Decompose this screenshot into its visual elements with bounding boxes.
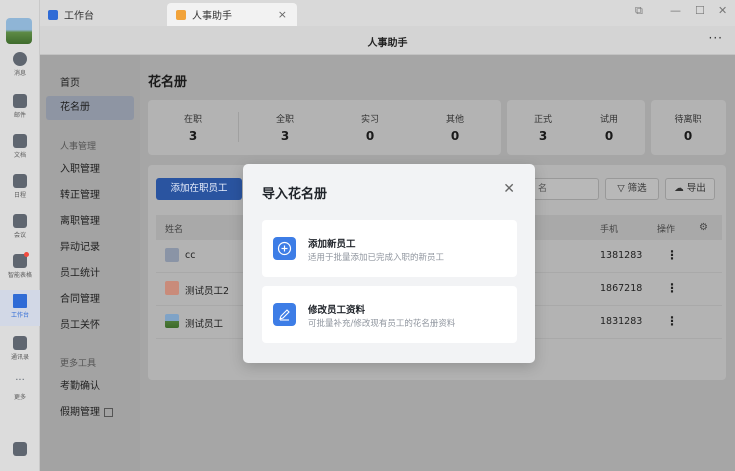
rail-item-calendar[interactable]: 日程: [0, 174, 40, 199]
more-options-icon[interactable]: ···: [709, 31, 723, 45]
tab-workbench[interactable]: 工作台: [48, 3, 94, 26]
tab-bar: 工作台 人事助手 × ⧉ — ☐ ✕: [40, 0, 735, 26]
rail-item-workbench[interactable]: 工作台: [0, 290, 40, 326]
rail-item-mail[interactable]: 邮件: [0, 94, 40, 119]
rail-item-smart-sheet[interactable]: 智能表格: [0, 252, 40, 279]
close-tab-icon[interactable]: ×: [278, 8, 287, 21]
rail-item-messages[interactable]: 消息: [0, 52, 40, 77]
stat-other[interactable]: 其他 0: [425, 112, 485, 143]
option-add-new-employee[interactable]: 添加新员工 适用于批量添加已完成入职的新员工: [262, 220, 517, 277]
import-roster-dialog: 导入花名册 ✕ 添加新员工 适用于批量添加已完成入职的新员工 修改员工资料 可批…: [243, 164, 535, 363]
nav-offboarding[interactable]: 离职管理: [46, 210, 134, 234]
stats-employment: 在职 3 全职 3 实习 0 其他 0: [148, 100, 501, 155]
external-link-icon: [104, 407, 113, 417]
rail-item-apps[interactable]: [0, 442, 40, 456]
avatar: [165, 314, 179, 328]
close-window-icon[interactable]: ✕: [718, 4, 727, 17]
row-actions-icon[interactable]: ⋮: [666, 248, 678, 262]
user-avatar[interactable]: [6, 18, 32, 44]
nav-home[interactable]: 首页: [46, 72, 134, 96]
nav-roster[interactable]: 花名册: [46, 96, 134, 120]
nav-attendance[interactable]: 考勤确认: [46, 375, 134, 399]
filter-button[interactable]: ▽ 筛选: [605, 178, 659, 200]
mail-icon: [13, 94, 27, 108]
stat-probation[interactable]: 试用 0: [579, 112, 639, 143]
stat-active[interactable]: 在职 3: [163, 112, 223, 143]
stat-fulltime[interactable]: 全职 3: [255, 112, 315, 143]
app-titlebar: 人事助手 ···: [40, 26, 735, 55]
option-edit-employee-data[interactable]: 修改员工资料 可批量补充/修改现有员工的花名册资料: [262, 286, 517, 343]
page-title: 花名册: [148, 75, 188, 90]
filter-icon: ▽: [617, 183, 628, 194]
col-phone: 手机: [600, 225, 619, 235]
notification-dot: [24, 252, 29, 257]
nav-contracts[interactable]: 合同管理: [46, 288, 134, 312]
rail-item-more[interactable]: ··· 更多: [0, 375, 40, 402]
nav-changes[interactable]: 异动记录: [46, 236, 134, 260]
settings-gear-icon[interactable]: ⚙: [699, 222, 708, 233]
calendar-icon: [13, 174, 27, 188]
rail-item-contacts[interactable]: 通讯录: [0, 336, 40, 361]
rail-item-meeting[interactable]: 会议: [0, 214, 40, 239]
doc-icon: [13, 134, 27, 148]
dialog-title: 导入花名册: [262, 187, 328, 202]
pin-window-icon[interactable]: ⧉: [635, 4, 643, 18]
search-input[interactable]: 名: [533, 178, 599, 200]
stats-leaving: 待离职 0: [651, 100, 726, 155]
stats-status: 正式 3 试用 0: [507, 100, 645, 155]
meeting-icon: [13, 214, 27, 228]
smart-sheet-icon: [13, 252, 29, 268]
apps-icon: [13, 442, 27, 456]
left-rail: 消息 邮件 文档 日程 会议 智能表格 工作台 通讯录 ··· 更多: [0, 0, 40, 471]
minimize-icon[interactable]: —: [670, 4, 681, 17]
nav-stats[interactable]: 员工统计: [46, 262, 134, 286]
export-button[interactable]: ☁ 导出: [665, 178, 715, 200]
col-action: 操作: [657, 225, 676, 235]
stat-pending-leave[interactable]: 待离职 0: [658, 112, 718, 143]
col-name: 姓名: [165, 225, 184, 235]
avatar: [165, 248, 179, 262]
nav-regularization[interactable]: 转正管理: [46, 184, 134, 208]
app-title: 人事助手: [367, 38, 408, 49]
add-circle-icon: [273, 237, 296, 260]
nav-care[interactable]: 员工关怀: [46, 314, 134, 338]
close-icon[interactable]: ✕: [503, 181, 515, 197]
stat-intern[interactable]: 实习 0: [340, 112, 400, 143]
cloud-download-icon: ☁: [674, 183, 687, 194]
avatar: [165, 281, 179, 295]
nav-onboarding[interactable]: 入职管理: [46, 158, 134, 182]
side-nav: 首页 花名册 人事管理 入职管理 转正管理 离职管理 异动记录 员工统计 合同管…: [40, 55, 140, 471]
nav-leave[interactable]: 假期管理: [46, 401, 134, 425]
message-icon: [13, 52, 27, 66]
workbench-icon: [13, 294, 27, 308]
divider: [238, 112, 239, 142]
hr-assistant-icon: [176, 9, 186, 20]
more-icon: ···: [15, 375, 25, 386]
workbench-icon: [48, 9, 58, 20]
tab-hr-assistant[interactable]: 人事助手 ×: [167, 3, 297, 26]
stat-formal[interactable]: 正式 3: [513, 112, 573, 143]
row-actions-icon[interactable]: ⋮: [666, 281, 678, 295]
maximize-icon[interactable]: ☐: [695, 4, 705, 17]
contacts-icon: [13, 336, 27, 350]
add-employee-button[interactable]: 添加在职员工: [156, 178, 242, 200]
edit-pen-icon: [273, 303, 296, 326]
nav-section-hr: 人事管理: [60, 142, 97, 152]
row-actions-icon[interactable]: ⋮: [666, 314, 678, 328]
rail-item-docs[interactable]: 文档: [0, 134, 40, 159]
nav-section-tools: 更多工具: [60, 359, 97, 369]
